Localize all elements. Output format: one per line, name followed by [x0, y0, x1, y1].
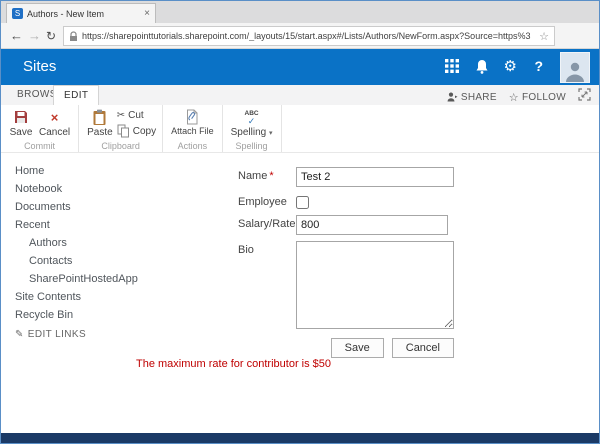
favorites-star-icon[interactable]: ☆ [539, 30, 549, 43]
sidebar-item-recycle-bin[interactable]: Recycle Bin [15, 306, 225, 324]
paste-clipboard-icon [92, 108, 107, 126]
tab-edit[interactable]: EDIT [53, 85, 100, 105]
attach-file-button[interactable]: Attach File [169, 107, 216, 137]
follow-label: FOLLOW [521, 91, 566, 103]
settings-gear-icon[interactable]: ⚙ [504, 57, 517, 75]
cut-button[interactable]: ✂ Cut [117, 110, 156, 121]
copy-pages-icon [117, 124, 129, 138]
ribbon-commands: Save × Cancel Commit Paste ✂ Cut Copy Cl… [1, 105, 599, 153]
spelling-button[interactable]: ABC ✓ Spelling ▾ [229, 107, 275, 139]
window-bottom-edge [1, 433, 599, 443]
ribbon-group-actions: Attach File Actions [163, 105, 223, 152]
lock-icon [70, 30, 77, 41]
browser-tab[interactable]: S Authors - New Item × [6, 3, 156, 23]
sidebar-item-home[interactable]: Home [15, 162, 225, 180]
save-floppy-icon [13, 108, 29, 126]
ribbon-group-spelling: ABC ✓ Spelling ▾ Spelling [223, 105, 282, 152]
quick-launch-nav: Home Notebook Documents Recent Authors C… [15, 162, 225, 324]
spelling-group-label: Spelling [235, 141, 268, 151]
attach-file-icon [185, 108, 199, 126]
paste-label: Paste [87, 127, 113, 138]
bio-textarea[interactable] [296, 241, 454, 329]
sidebar-item-documents[interactable]: Documents [15, 198, 225, 216]
actions-group-label: Actions [177, 141, 208, 151]
share-button[interactable]: SHARE [447, 92, 497, 103]
paste-button[interactable]: Paste [85, 107, 115, 139]
tab-title: Authors - New Item [27, 8, 105, 19]
cancel-label: Cancel [39, 127, 71, 138]
share-label: SHARE [460, 91, 497, 103]
notifications-bell-icon[interactable] [475, 59, 489, 79]
url-text: https://sharepointtutorials.sharepoint.c… [82, 31, 531, 41]
name-input[interactable] [296, 167, 454, 187]
browser-address-row: ← → ↻ https://sharepointtutorials.sharep… [1, 23, 599, 56]
spelling-dropdown-icon: ▾ [268, 130, 273, 137]
copy-label: Copy [132, 125, 157, 137]
edit-links-button[interactable]: ✎ EDIT LINKS [15, 329, 86, 340]
ribbon-cancel-button[interactable]: × Cancel [37, 107, 72, 139]
user-avatar[interactable] [560, 52, 590, 83]
sidebar-item-sharepointhostedapp[interactable]: SharePointHostedApp [29, 270, 225, 288]
commit-group-label: Commit [24, 141, 56, 151]
salary-field-label: Salary/Rate* [238, 215, 302, 235]
ribbon-group-clipboard: Paste ✂ Cut Copy Clipboard [79, 105, 164, 152]
focus-mode-icon[interactable] [578, 88, 591, 106]
cancel-x-icon: × [50, 109, 59, 125]
attach-file-label: Attach File [171, 126, 214, 136]
copy-button[interactable]: Copy [117, 124, 156, 138]
validation-error-message: The maximum rate for contributor is $50 [136, 358, 332, 370]
bio-field-label: Bio [238, 244, 254, 256]
app-launcher-icon[interactable] [445, 59, 459, 78]
sidebar-item-notebook[interactable]: Notebook [15, 180, 225, 198]
new-item-form: Name* Employee Salary/Rate* Bio Save Can… [238, 167, 454, 358]
ribbon-tab-row: BROWSE EDIT SHARE ☆ FOLLOW [1, 85, 599, 105]
check-mark-icon: ✓ [247, 115, 256, 126]
form-cancel-button[interactable]: Cancel [391, 338, 454, 358]
employee-field-label: Employee [238, 196, 287, 208]
tab-close-icon[interactable]: × [144, 8, 150, 19]
browser-tab-strip: S Authors - New Item × [1, 1, 599, 23]
required-marker: * [269, 170, 274, 182]
clipboard-group-label: Clipboard [101, 141, 140, 151]
follow-star-icon: ☆ [508, 91, 519, 104]
cut-label: Cut [128, 110, 144, 121]
sidebar-item-authors[interactable]: Authors [29, 234, 225, 252]
spelling-label: Spelling ▾ [230, 127, 273, 138]
name-field-label: Name * [238, 170, 274, 182]
save-label: Save [9, 127, 33, 138]
sidebar-item-recent[interactable]: Recent [15, 216, 225, 234]
suite-bar: Sites ⚙ ? [1, 49, 599, 85]
pencil-icon: ✎ [15, 329, 24, 340]
address-bar[interactable]: https://sharepointtutorials.sharepoint.c… [63, 26, 555, 46]
spelling-abc-icon: ABC ✓ [245, 108, 259, 126]
help-icon[interactable]: ? [534, 58, 543, 74]
suite-bar-title: Sites [23, 58, 57, 75]
ribbon-save-button[interactable]: Save [7, 107, 35, 139]
share-person-icon [447, 92, 458, 102]
sidebar-item-site-contents[interactable]: Site Contents [15, 288, 225, 306]
employee-checkbox[interactable] [296, 196, 309, 209]
forward-icon[interactable]: → [28, 28, 41, 43]
cut-scissors-icon: ✂ [116, 110, 126, 121]
sharepoint-logo-icon: S [12, 8, 23, 19]
back-icon[interactable]: ← [10, 28, 23, 43]
browser-window: S Authors - New Item × ← → ↻ https://sha… [0, 0, 600, 444]
edit-links-label: EDIT LINKS [27, 329, 87, 340]
salary-input[interactable] [296, 215, 448, 235]
ribbon-group-commit: Save × Cancel Commit [1, 105, 80, 152]
sidebar-item-contacts[interactable]: Contacts [29, 252, 225, 270]
follow-button[interactable]: ☆ FOLLOW [509, 91, 566, 104]
form-save-button[interactable]: Save [330, 338, 384, 358]
refresh-icon[interactable]: ↻ [46, 29, 56, 43]
